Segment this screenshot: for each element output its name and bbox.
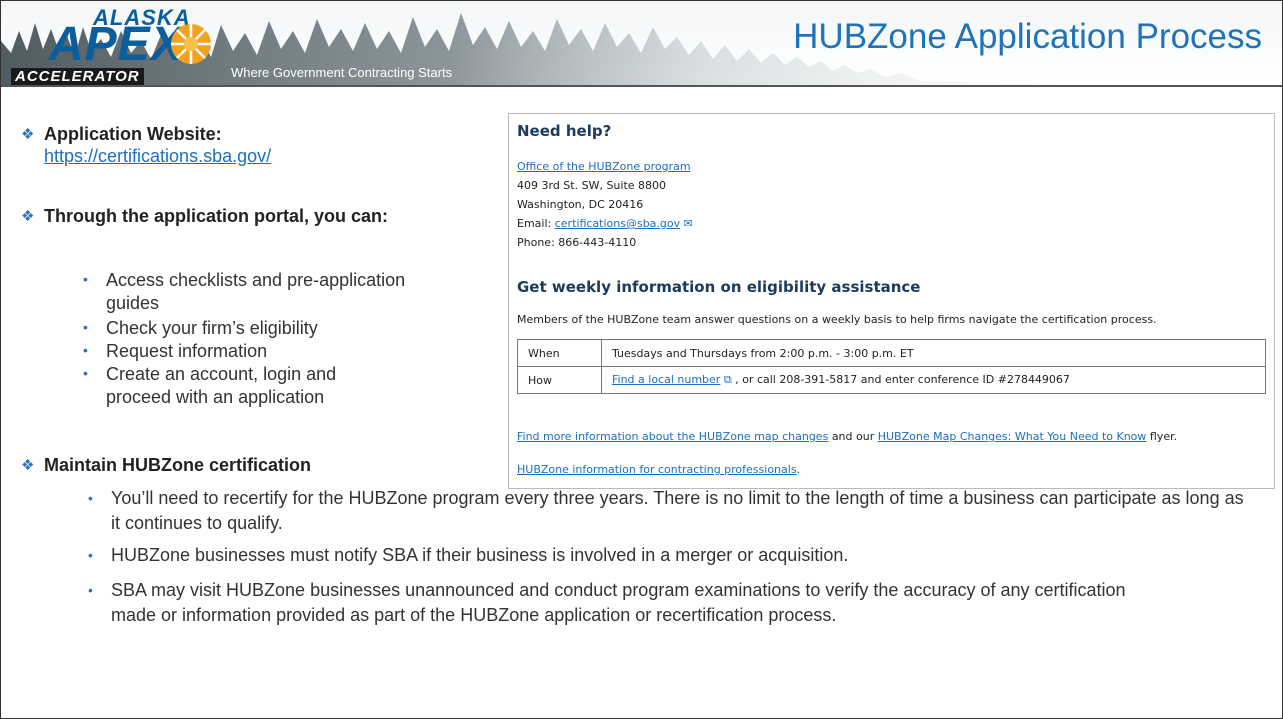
call-text: , or call 208-391-5817 and enter confere… bbox=[735, 373, 1070, 386]
website-label: Application Website: bbox=[44, 124, 222, 144]
bullet-dot: • bbox=[83, 271, 88, 287]
portal-item-account: Create an account, login and proceed wit… bbox=[106, 364, 337, 407]
mail-icon: ✉ bbox=[683, 217, 693, 230]
contracting-end-text: . bbox=[796, 463, 801, 476]
need-help-heading: Need help? bbox=[517, 122, 612, 140]
email-label: Email: bbox=[517, 217, 552, 230]
more-info-line: Find more information about the HUBZone … bbox=[517, 430, 1177, 443]
examination-item: SBA may visit HUBZone businesses unannou… bbox=[111, 580, 1126, 625]
weekly-heading: Get weekly information on eligibility as… bbox=[517, 278, 921, 296]
sunburst-icon bbox=[171, 24, 211, 64]
office-link[interactable]: Office of the HUBZone program bbox=[517, 160, 691, 173]
maintain-label: Maintain HUBZone certification bbox=[44, 455, 312, 475]
external-link-icon: ⧉ bbox=[723, 373, 732, 386]
table-cell-value: Tuesdays and Thursdays from 2:00 p.m. - … bbox=[601, 339, 1266, 367]
table-cell-key: When bbox=[517, 339, 602, 367]
diamond-bullet-icon: ❖ bbox=[21, 126, 35, 143]
header-banner: ALASKA APEX ACCELERATOR Where Government… bbox=[1, 1, 1282, 87]
schedule-table: When Tuesdays and Thursdays from 2:00 p.… bbox=[517, 339, 1266, 394]
email-link[interactable]: certifications@sba.gov bbox=[555, 217, 680, 230]
table-row: How Find a local number ⧉ , or call 208-… bbox=[517, 366, 1266, 394]
website-bullet: Application Website: https://certificati… bbox=[44, 123, 464, 167]
portal-label: Through the application portal, you can: bbox=[44, 206, 389, 226]
portal-item-checklists: Access checklists and pre-application gu… bbox=[106, 270, 406, 313]
contracting-line: HUBZone information for contracting prof… bbox=[517, 463, 800, 476]
table-cell-value: Find a local number ⧉ , or call 208-391-… bbox=[601, 366, 1266, 394]
map-changes-link[interactable]: Find more information about the HUBZone … bbox=[517, 430, 828, 443]
local-number-link[interactable]: Find a local number bbox=[612, 373, 720, 386]
table-cell-key: How bbox=[517, 366, 602, 394]
more-mid-text: and our bbox=[831, 430, 875, 443]
portal-item-request: Request information bbox=[106, 341, 268, 361]
diamond-bullet-icon: ❖ bbox=[21, 457, 35, 474]
address-line-1: 409 3rd St. SW, Suite 8800 bbox=[517, 179, 667, 192]
weekly-text: Members of the HUBZone team answer quest… bbox=[517, 313, 1157, 326]
phone-line: Phone: 866-443-4110 bbox=[517, 236, 637, 249]
contracting-link[interactable]: HUBZone information for contracting prof… bbox=[517, 463, 797, 476]
flyer-end-text: flyer. bbox=[1149, 430, 1178, 443]
sba-help-screenshot: Need help? Office of the HUBZone program… bbox=[508, 113, 1275, 489]
email-line: Email: certifications@sba.gov ✉ bbox=[517, 217, 693, 230]
apex-logo: ALASKA APEX ACCELERATOR bbox=[11, 5, 211, 85]
bullet-dot: • bbox=[83, 342, 88, 358]
diamond-bullet-icon: ❖ bbox=[21, 208, 35, 225]
bullet-dot: • bbox=[83, 319, 88, 335]
merger-item: HUBZone businesses must notify SBA if th… bbox=[111, 545, 849, 565]
flyer-link[interactable]: HUBZone Map Changes: What You Need to Kn… bbox=[878, 430, 1147, 443]
bullet-dot: • bbox=[83, 365, 88, 381]
logo-apex-text: APEX bbox=[49, 18, 184, 71]
bullet-dot: • bbox=[88, 490, 93, 506]
bullet-dot: • bbox=[88, 582, 93, 598]
tagline: Where Government Contracting Starts bbox=[231, 65, 453, 80]
header-divider bbox=[1, 85, 1282, 87]
bullet-dot: • bbox=[88, 547, 93, 563]
logo-accelerator-text: ACCELERATOR bbox=[11, 68, 144, 85]
portal-item-eligibility: Check your firm’s eligibility bbox=[106, 318, 318, 338]
slide-title: HUBZone Application Process bbox=[793, 17, 1262, 56]
slide: ALASKA APEX ACCELERATOR Where Government… bbox=[0, 0, 1283, 719]
website-link[interactable]: https://certifications.sba.gov/ bbox=[44, 146, 271, 166]
address-line-2: Washington, DC 20416 bbox=[517, 198, 644, 211]
recertify-item: You’ll need to recertify for the HUBZone… bbox=[111, 488, 1244, 533]
table-row: When Tuesdays and Thursdays from 2:00 p.… bbox=[517, 339, 1266, 367]
